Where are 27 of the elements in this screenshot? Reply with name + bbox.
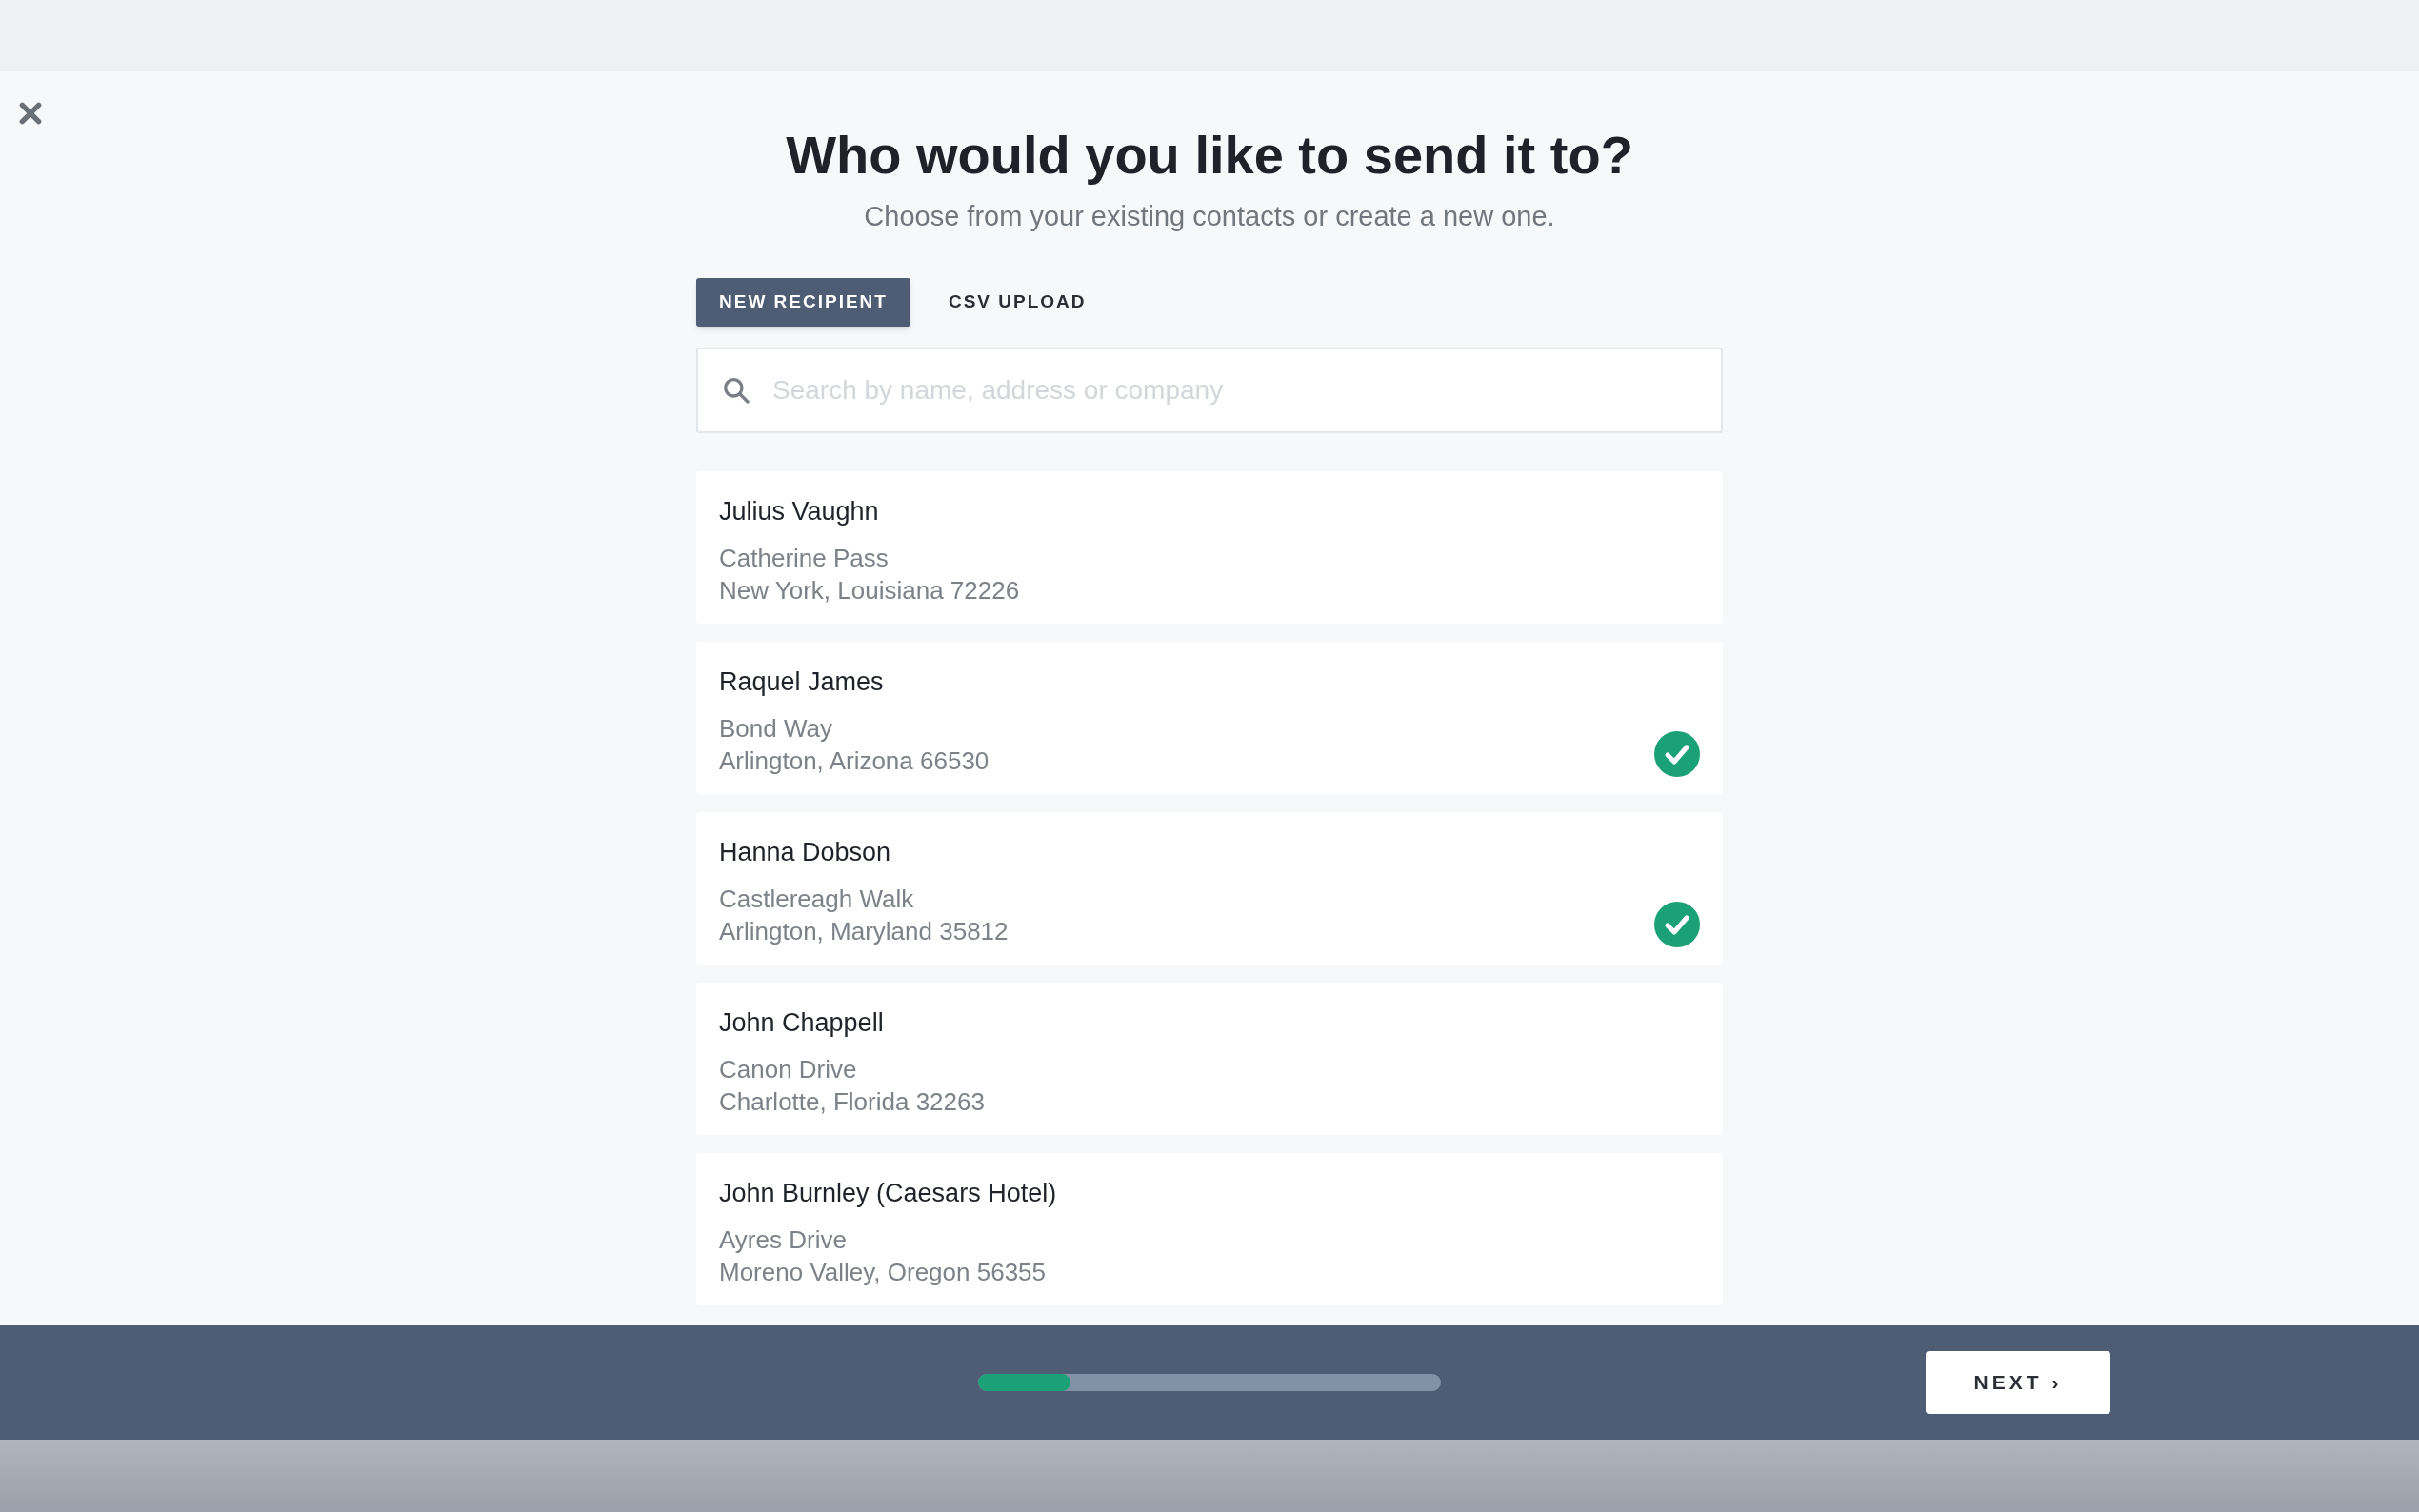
- contact-city: Charlotte, Florida 32263: [719, 1086, 985, 1118]
- contact-city: Moreno Valley, Oregon 56355: [719, 1257, 1048, 1288]
- contact-name: John Burnley (Caesars Hotel): [719, 1177, 1057, 1209]
- tab[interactable]: NEW RECIPIENT: [696, 277, 910, 327]
- contact-street: Catherine Pass: [719, 543, 890, 574]
- page-title: Who would you like to send it to?: [786, 124, 1633, 187]
- contact-city: Arlington, Maryland 35812: [719, 916, 1009, 947]
- contact-card[interactable]: John Burnley (Caesars Hotel) Ayres Drive Moreno Valley, Oregon 56355: [696, 1152, 1723, 1305]
- close-button[interactable]: [17, 100, 44, 127]
- contact-street: Bond Way: [719, 713, 833, 745]
- contact-name: John Chappell: [719, 1006, 885, 1039]
- page-subtitle: Choose from your existing contacts or create a new one.: [864, 200, 1555, 233]
- contact-name: Raquel James: [719, 666, 885, 698]
- contact-city: New York, Louisiana 72226: [719, 575, 1020, 607]
- contact-city: Arlington, Arizona 66530: [719, 746, 990, 777]
- contact-card[interactable]: Hanna Dobson Castlereagh Walk Arlington, Maryland 35812: [696, 811, 1723, 965]
- contact-street: Ayres Drive: [719, 1224, 848, 1256]
- next-button[interactable]: NEXT ›: [1926, 1351, 2110, 1414]
- close-icon: [18, 101, 43, 126]
- contact-card[interactable]: John Chappell Canon Drive Charlotte, Florida 32263: [696, 982, 1723, 1135]
- contact-card[interactable]: Raquel James Bond Way Arlington, Arizona 66530: [696, 641, 1723, 794]
- contact-street: Canon Drive: [719, 1054, 858, 1085]
- contact-name: Hanna Dobson: [719, 836, 892, 868]
- contact-name: Julius Vaughn: [719, 495, 880, 527]
- contact-card[interactable]: Julius Vaughn Catherine Pass New York, Louisiana 72226: [696, 470, 1723, 624]
- contact-street: Castlereagh Walk: [719, 884, 915, 915]
- tab[interactable]: CSV UPLOAD: [929, 277, 1106, 327]
